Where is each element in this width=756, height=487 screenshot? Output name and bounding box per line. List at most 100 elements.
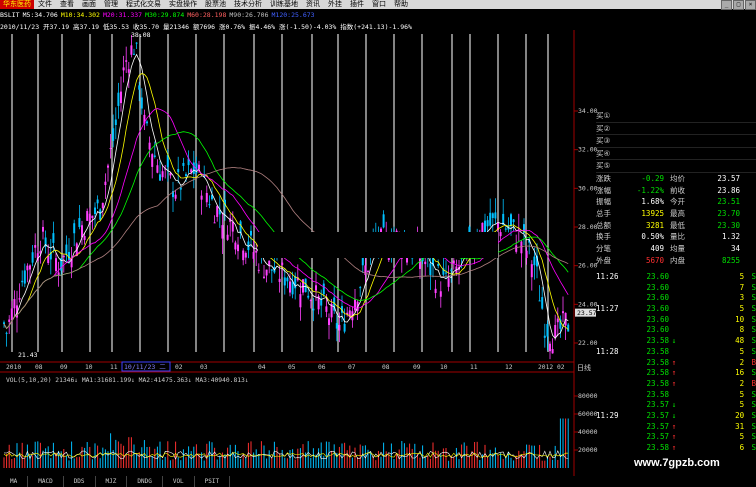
candle-body — [494, 212, 497, 219]
candle-body — [112, 128, 115, 141]
tick-row: 23.58 5 S — [596, 390, 756, 401]
tick-t — [596, 443, 630, 454]
tick-ar: ↓ — [671, 410, 677, 420]
date-tick-label: 10 — [85, 364, 93, 371]
tick-row: 23.57 ↓ 5 S — [596, 400, 756, 411]
tick-vol: 5 — [739, 432, 745, 442]
date-tick-label: 11 — [110, 364, 118, 371]
date-tick-label: 2010 — [6, 364, 21, 371]
tick-row: 23.60 8 S — [596, 325, 756, 336]
quote-v2: 1.32 — [721, 232, 740, 242]
price-tick-label: 26.00 — [578, 262, 598, 270]
tick-vol: 10 — [735, 314, 745, 324]
quote-v2: 23.70 — [717, 208, 740, 218]
ma-line — [3, 131, 569, 330]
candle-body — [250, 230, 252, 236]
bid-level: 买⑤ — [596, 160, 756, 173]
candle-body — [109, 148, 112, 150]
date-tick-label: 09 — [413, 364, 421, 371]
date-tick-label: 09 — [60, 364, 68, 371]
candle-body — [419, 258, 421, 269]
candle-body — [237, 244, 239, 252]
tick-t — [596, 400, 630, 411]
indicator-tab-dds[interactable]: DDS — [64, 476, 96, 487]
candle-body — [437, 264, 440, 266]
tick-bs: S — [751, 346, 756, 356]
tick-t: 11:26 — [596, 272, 619, 281]
indicator-tab-mjz[interactable]: MJZ — [96, 476, 128, 487]
candle-body — [556, 318, 559, 323]
tick-ar: ↑ — [671, 432, 677, 442]
candle-body — [549, 343, 551, 352]
candle-body — [338, 324, 341, 331]
candle-body — [86, 211, 89, 221]
tick-row: 23.58 ↑ 16 S — [596, 368, 756, 379]
candle-body — [322, 283, 325, 295]
indicator-tab-macd[interactable]: MACD — [28, 476, 64, 487]
date-tick-label: 10 — [440, 364, 448, 371]
candle-body — [213, 222, 216, 224]
candle-body — [283, 277, 286, 286]
ma-line — [3, 53, 569, 340]
price-tick-label: 28.00 — [578, 223, 598, 231]
candle-body — [429, 263, 432, 276]
tick-row: 23.58 ↑ 2 B — [596, 358, 756, 369]
date-tick-label: 2012 — [538, 364, 553, 371]
price-tick-label: 32.00 — [578, 146, 598, 154]
indicator-tab-vol[interactable]: VOL — [163, 476, 195, 487]
tick-p: 23.60 — [646, 314, 670, 324]
quote-row: 外盘 5670 内盘 8255 — [596, 254, 756, 266]
timeframe-label: 日线 — [577, 363, 591, 372]
tick-vol: 5 — [739, 389, 745, 399]
quote-v: -1.22% — [636, 185, 664, 195]
candle-body — [125, 60, 128, 62]
candle-body — [23, 270, 26, 284]
candle-body — [231, 221, 234, 232]
indicator-tab-ma[interactable]: MA — [0, 476, 29, 487]
candle-body — [307, 295, 310, 298]
tick-bs: B — [751, 357, 756, 367]
indicator-tab-dndg[interactable]: DNDG — [127, 476, 163, 487]
tick-t — [596, 283, 630, 294]
tick-vol: 2 — [739, 378, 745, 388]
quote-k2: 今开 — [670, 197, 685, 207]
date-tick-label: 02 — [557, 364, 565, 371]
tick-row: 11:26 23.60 5 S — [596, 272, 756, 283]
candle-body — [484, 220, 486, 234]
candle-body — [239, 221, 242, 234]
candle-body — [200, 195, 203, 200]
tick-t — [596, 315, 630, 326]
candle-body — [554, 324, 557, 338]
quote-k2: 均量 — [670, 243, 685, 253]
candle-body — [205, 192, 208, 203]
candle-body — [299, 294, 302, 308]
tick-ar — [669, 272, 679, 283]
candle-body — [153, 155, 156, 157]
quote-k: 外盘 — [596, 255, 611, 265]
candle-body — [512, 219, 515, 223]
candle-body — [31, 252, 34, 263]
candle-body — [315, 285, 317, 291]
quote-v2: 23.86 — [717, 185, 740, 195]
tick-ar: ↑ — [671, 368, 677, 378]
bid-level: 买① — [596, 110, 756, 123]
quote-k: 总额 — [596, 220, 611, 230]
volume-tick-label: 20000 — [578, 446, 598, 454]
quote-row: 总额 3281 最低 23.30 — [596, 219, 756, 231]
tick-p: 23.58 — [646, 443, 670, 452]
date-tick-label: 08 — [35, 364, 43, 371]
candle-body — [257, 269, 260, 271]
candle-body — [538, 300, 541, 302]
candle-body — [491, 213, 494, 219]
tick-list[interactable]: 11:26 23.60 5 S 23.60 7 S 23.60 3 S 11:27 23.60 5 S 23… — [596, 272, 756, 454]
quote-panel: 买① 买② 买③ 买④ 买⑤ 涨跌 -0.29 均价 23.57 涨幅 -1.22% 前收 23.86… — [596, 110, 756, 266]
quote-v: -0.29 — [641, 173, 664, 183]
tick-p: 23.60 — [646, 272, 670, 281]
quote-v: 0.50% — [641, 232, 664, 242]
tick-row: 23.57 ↑ 31 S — [596, 422, 756, 433]
quote-row: 总手 13925 最高 23.70 — [596, 208, 756, 220]
candle-body — [525, 250, 528, 259]
indicator-tab-psit[interactable]: PSIT — [195, 476, 231, 487]
candle-body — [309, 300, 312, 302]
candle-body — [133, 53, 135, 55]
